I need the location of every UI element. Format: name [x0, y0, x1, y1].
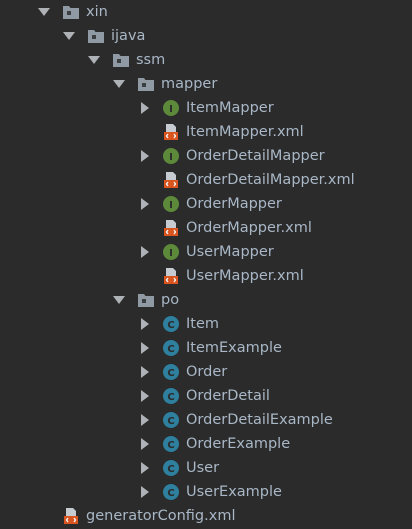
tree-node-user-mapper-xml[interactable]: UserMapper.xml — [0, 264, 412, 288]
xml-file-icon — [62, 507, 80, 525]
class-icon: C — [162, 459, 180, 477]
class-badge-letter: C — [167, 488, 174, 499]
tree-node-order-detail-mapper[interactable]: I OrderDetailMapper — [0, 144, 412, 168]
xml-file-icon — [162, 123, 180, 141]
chevron-right-icon[interactable] — [138, 196, 152, 212]
class-icon: C — [162, 435, 180, 453]
tree-node-item[interactable]: C Item — [0, 312, 412, 336]
tree-node-label: UserExample — [186, 484, 282, 500]
folder-icon — [137, 291, 155, 309]
chevron-right-icon[interactable] — [138, 244, 152, 260]
class-badge-letter: C — [167, 344, 174, 355]
tree-node-mapper[interactable]: mapper — [0, 72, 412, 96]
class-icon: C — [162, 411, 180, 429]
tree-node-label: OrderDetail — [186, 388, 270, 404]
class-badge-letter: C — [167, 416, 174, 427]
chevron-down-icon[interactable] — [112, 292, 126, 308]
interface-badge-letter: I — [169, 104, 173, 115]
chevron-right-icon[interactable] — [138, 364, 152, 380]
tree-node-label: mapper — [161, 76, 218, 92]
chevron-right-icon[interactable] — [138, 388, 152, 404]
chevron-right-icon[interactable] — [138, 340, 152, 356]
class-badge-letter: C — [167, 464, 174, 475]
xml-file-icon — [162, 219, 180, 237]
interface-icon: I — [162, 147, 180, 165]
folder-icon — [137, 75, 155, 93]
tree-node-label: xin — [86, 4, 108, 20]
tree-node-order-detail-mapper-xml[interactable]: OrderDetailMapper.xml — [0, 168, 412, 192]
tree-node-label: OrderDetailExample — [186, 412, 333, 428]
class-badge-letter: C — [167, 392, 174, 403]
interface-icon: I — [162, 195, 180, 213]
tree-node-label: ItemMapper.xml — [186, 124, 304, 140]
interface-badge-letter: I — [169, 152, 173, 163]
tree-node-label: UserMapper — [186, 244, 274, 260]
tree-node-label: ijava — [111, 28, 146, 44]
class-badge-letter: C — [167, 440, 174, 451]
xml-file-icon — [162, 171, 180, 189]
chevron-down-icon[interactable] — [87, 52, 101, 68]
class-icon: C — [162, 387, 180, 405]
tree-node-user-example[interactable]: C UserExample — [0, 480, 412, 504]
tree-node-label: OrderDetailMapper — [186, 148, 325, 164]
xml-file-icon — [162, 267, 180, 285]
tree-node-ssm[interactable]: ssm — [0, 48, 412, 72]
interface-icon: I — [162, 243, 180, 261]
class-icon: C — [162, 315, 180, 333]
tree-node-label: UserMapper.xml — [186, 268, 304, 284]
tree-node-order-detail-example[interactable]: C OrderDetailExample — [0, 408, 412, 432]
tree-node-label: Order — [186, 364, 228, 380]
project-tree: xin ijava ssm mapper I ItemMapper ItemMa… — [0, 0, 412, 529]
tree-node-ijava[interactable]: ijava — [0, 24, 412, 48]
tree-node-label: generatorConfig.xml — [86, 508, 236, 524]
tree-node-label: OrderExample — [186, 436, 291, 452]
chevron-right-icon[interactable] — [138, 484, 152, 500]
tree-node-order[interactable]: C Order — [0, 360, 412, 384]
tree-node-label: User — [186, 460, 220, 476]
tree-node-user-mapper[interactable]: I UserMapper — [0, 240, 412, 264]
tree-node-label: ssm — [136, 52, 166, 68]
tree-node-label: Item — [186, 316, 220, 332]
class-icon: C — [162, 339, 180, 357]
tree-node-order-mapper[interactable]: I OrderMapper — [0, 192, 412, 216]
tree-node-order-mapper-xml[interactable]: OrderMapper.xml — [0, 216, 412, 240]
folder-icon — [112, 51, 130, 69]
chevron-right-icon[interactable] — [138, 460, 152, 476]
chevron-right-icon[interactable] — [138, 316, 152, 332]
interface-badge-letter: I — [169, 248, 173, 259]
chevron-down-icon[interactable] — [37, 4, 51, 20]
tree-node-label: OrderDetailMapper.xml — [186, 172, 355, 188]
tree-node-xin[interactable]: xin — [0, 0, 412, 24]
class-icon: C — [162, 483, 180, 501]
tree-node-label: ItemExample — [186, 340, 282, 356]
tree-node-generator-config-xml[interactable]: generatorConfig.xml — [0, 504, 412, 528]
chevron-right-icon[interactable] — [138, 412, 152, 428]
chevron-right-icon[interactable] — [138, 148, 152, 164]
tree-node-label: OrderMapper.xml — [186, 220, 312, 236]
tree-node-po[interactable]: po — [0, 288, 412, 312]
tree-node-order-example[interactable]: C OrderExample — [0, 432, 412, 456]
class-badge-letter: C — [167, 368, 174, 379]
folder-icon — [62, 3, 80, 21]
chevron-right-icon[interactable] — [138, 100, 152, 116]
chevron-down-icon[interactable] — [62, 28, 76, 44]
folder-icon — [87, 27, 105, 45]
class-icon: C — [162, 363, 180, 381]
tree-node-order-detail[interactable]: C OrderDetail — [0, 384, 412, 408]
tree-node-label: ItemMapper — [186, 100, 274, 116]
tree-node-label: po — [161, 292, 180, 308]
chevron-down-icon[interactable] — [112, 76, 126, 92]
tree-node-item-mapper[interactable]: I ItemMapper — [0, 96, 412, 120]
tree-node-label: OrderMapper — [186, 196, 282, 212]
tree-node-item-mapper-xml[interactable]: ItemMapper.xml — [0, 120, 412, 144]
class-badge-letter: C — [167, 320, 174, 331]
chevron-right-icon[interactable] — [138, 436, 152, 452]
tree-node-user[interactable]: C User — [0, 456, 412, 480]
interface-icon: I — [162, 99, 180, 117]
tree-node-item-example[interactable]: C ItemExample — [0, 336, 412, 360]
interface-badge-letter: I — [169, 200, 173, 211]
